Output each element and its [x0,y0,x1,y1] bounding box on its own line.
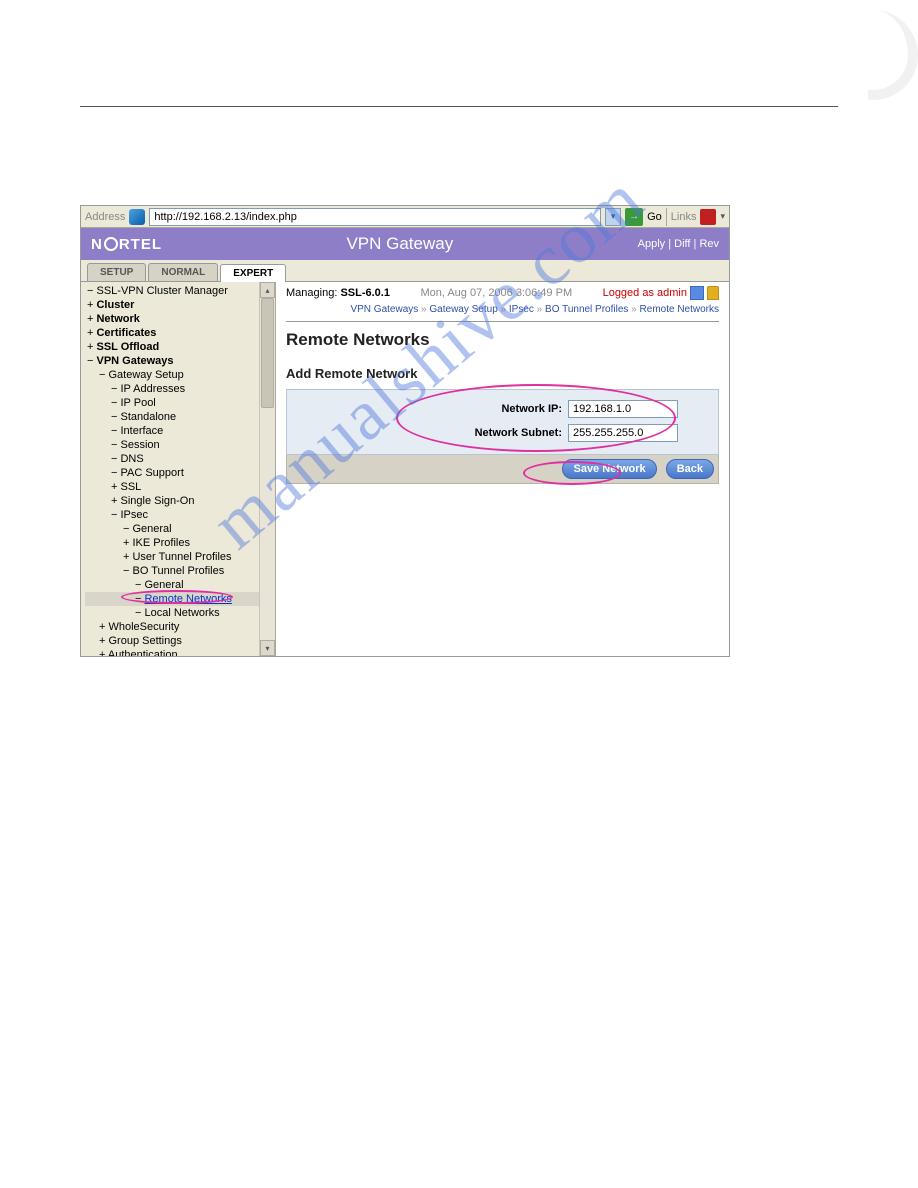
diff-link[interactable]: Diff [674,238,690,250]
breadcrumb-item[interactable]: BO Tunnel Profiles [545,304,628,315]
globe-icon [104,237,118,251]
breadcrumb-item[interactable]: Gateway Setup [429,304,497,315]
network-ip-label: Network IP: [501,403,562,415]
tab-normal[interactable]: NORMAL [148,263,218,281]
network-ip-input[interactable] [568,400,678,418]
content-pane: Managing: SSL-6.0.1 Mon, Aug 07, 2006 3:… [276,282,729,656]
nav-item[interactable]: − SSL-VPN Cluster Manager [85,284,273,298]
scroll-up-icon[interactable]: ▴ [260,282,275,298]
nav-item[interactable]: − Session [85,438,273,452]
url-dropdown[interactable]: ▾ [605,208,621,226]
app-title: VPN Gateway [346,234,453,254]
save-network-button[interactable]: Save Network [562,459,656,479]
back-button[interactable]: Back [666,459,714,479]
apply-link[interactable]: Apply [638,238,666,250]
nav-item[interactable]: − BO Tunnel Profiles [85,564,273,578]
pdf-dropdown[interactable]: ▾ [720,211,725,222]
sidebar: − SSL-VPN Cluster Manager+ Cluster+ Netw… [81,282,276,656]
nav-item[interactable]: + Cluster [85,298,273,312]
nav-item[interactable]: + Single Sign-On [85,494,273,508]
lock-icon [707,286,719,300]
brand-logo: NRTEL [91,235,162,253]
nav-item[interactable]: − Remote Networks [85,592,273,606]
app-header: NRTEL VPN Gateway Apply | Diff | Rev [81,228,729,260]
scroll-thumb[interactable] [261,298,274,408]
corner-logo [828,10,918,100]
nav-item[interactable]: − PAC Support [85,466,273,480]
nav-item[interactable]: + User Tunnel Profiles [85,550,273,564]
breadcrumb-item[interactable]: IPsec [509,304,534,315]
network-ip-row: Network IP: [297,400,708,418]
managing-label: Managing: SSL-6.0.1 [286,287,390,299]
tab-setup[interactable]: SETUP [87,263,146,281]
network-subnet-row: Network Subnet: [297,424,708,442]
edit-icon[interactable] [690,286,704,300]
logged-as-label: Logged as admin [603,287,687,299]
nav-item[interactable]: − IPsec [85,508,273,522]
nav-item[interactable]: + SSL [85,480,273,494]
header-actions: Apply | Diff | Rev [638,238,719,250]
nav-item[interactable]: + WholeSecurity [85,620,273,634]
scroll-down-icon[interactable]: ▾ [260,640,275,656]
nav-item[interactable]: − Standalone [85,410,273,424]
tab-expert[interactable]: EXPERT [220,264,286,282]
nav-item[interactable]: − Gateway Setup [85,368,273,382]
tab-row: SETUP NORMAL EXPERT [81,260,729,282]
go-button[interactable]: → [625,208,643,226]
ie-icon [129,209,145,225]
nav-item[interactable]: + Group Settings [85,634,273,648]
sidebar-scrollbar[interactable]: ▴ ▾ [259,282,275,656]
section-title: Add Remote Network [286,366,719,381]
page-title: Remote Networks [286,330,719,350]
breadcrumb: VPN Gateways » Gateway Setup » IPsec » B… [286,304,719,315]
pdf-icon[interactable] [700,209,716,225]
nav-item[interactable]: − General [85,522,273,536]
links-label: Links [671,211,697,223]
nav-item[interactable]: − General [85,578,273,592]
toolbar-separator [666,208,667,226]
network-subnet-label: Network Subnet: [475,427,562,439]
rev-link[interactable]: Rev [699,238,719,250]
nav-item[interactable]: − DNS [85,452,273,466]
nav-item[interactable]: + IKE Profiles [85,536,273,550]
nav-tree: − SSL-VPN Cluster Manager+ Cluster+ Netw… [81,282,275,656]
screenshot-frame: Address http://192.168.2.13/index.php ▾ … [80,205,730,657]
page-divider [80,106,838,107]
login-status: Logged as admin [603,286,719,300]
breadcrumb-item[interactable]: VPN Gateways [350,304,418,315]
nav-item[interactable]: + Authentication [85,648,273,656]
nav-item[interactable]: − IP Pool [85,396,273,410]
content-divider [286,321,719,322]
button-row: Save Network Back [286,455,719,484]
nav-item[interactable]: − IP Addresses [85,382,273,396]
nav-item[interactable]: + Network [85,312,273,326]
form-panel: Network IP: Network Subnet: [286,389,719,455]
address-label: Address [85,211,125,223]
url-input[interactable]: http://192.168.2.13/index.php [149,208,601,226]
url-text: http://192.168.2.13/index.php [154,211,297,223]
go-label: Go [647,211,662,223]
datetime-label: Mon, Aug 07, 2006 3:06:49 PM [420,287,572,299]
browser-address-bar: Address http://192.168.2.13/index.php ▾ … [81,206,729,228]
nav-item[interactable]: + SSL Offload [85,340,273,354]
nav-item[interactable]: + Certificates [85,326,273,340]
nav-item[interactable]: − Interface [85,424,273,438]
nav-item[interactable]: − Local Networks [85,606,273,620]
nav-item[interactable]: − VPN Gateways [85,354,273,368]
status-row: Managing: SSL-6.0.1 Mon, Aug 07, 2006 3:… [286,286,719,300]
network-subnet-input[interactable] [568,424,678,442]
breadcrumb-item[interactable]: Remote Networks [640,304,719,315]
